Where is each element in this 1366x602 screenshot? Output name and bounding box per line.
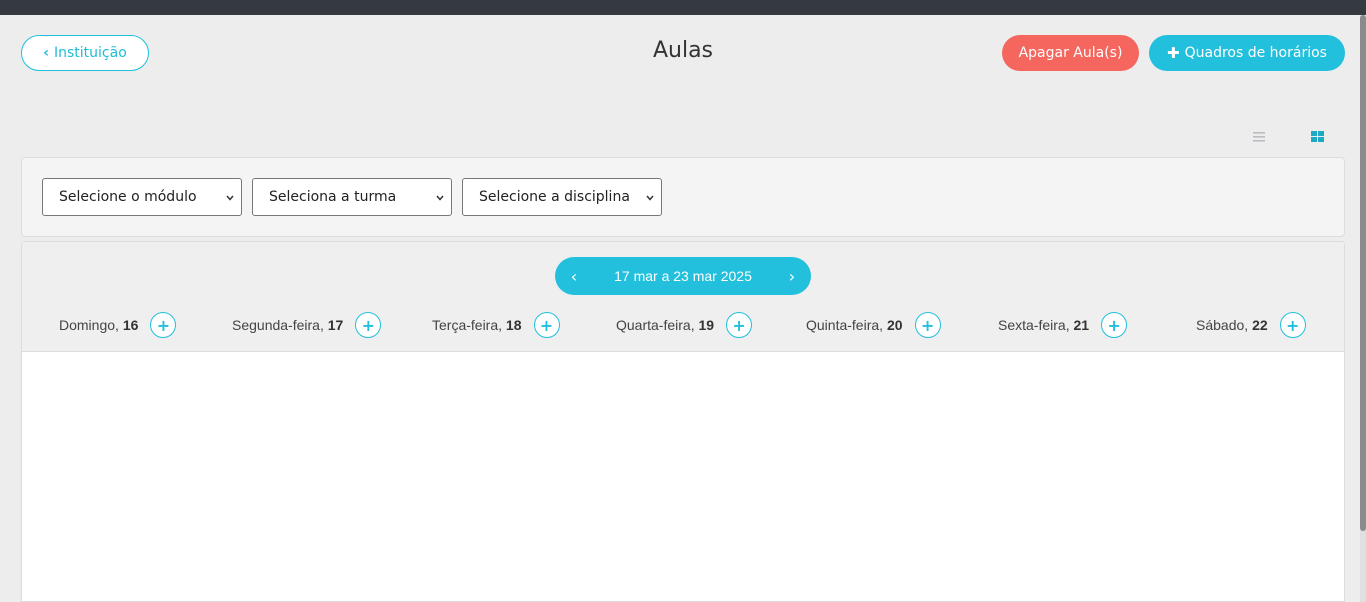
module-select-value: Selecione o módulo (59, 189, 197, 205)
list-view-toggle[interactable] (1251, 130, 1267, 144)
chevron-down-icon (436, 195, 444, 201)
previous-week-button[interactable]: ‹ (555, 257, 593, 295)
add-lesson-button[interactable]: + (533, 312, 560, 338)
delete-lessons-button[interactable]: Apagar Aula(s) (1002, 35, 1139, 71)
add-lesson-button[interactable]: + (150, 312, 177, 338)
add-lesson-button[interactable]: + (1101, 312, 1128, 338)
chevron-left-icon: ‹ (570, 266, 578, 286)
chevron-right-icon: › (788, 266, 796, 286)
plus-icon: + (1107, 315, 1121, 335)
day-name: Sábado, 22 (1196, 317, 1268, 333)
schedules-button-label: Quadros de horários (1184, 45, 1327, 61)
day-column-header-thursday: Quinta-feira, 20 + (806, 312, 941, 338)
day-column-header-saturday: Sábado, 22 + (1196, 312, 1306, 338)
add-lesson-button[interactable]: + (726, 312, 753, 338)
chevron-left-icon: ‹ (43, 45, 49, 61)
add-lesson-button[interactable]: + (914, 312, 941, 338)
subject-select-value: Selecione a disciplina (479, 189, 630, 205)
plus-icon: + (361, 315, 376, 335)
plus-icon: + (920, 315, 935, 335)
plus-icon: + (156, 315, 171, 335)
chevron-down-icon (226, 195, 234, 201)
day-name: Quarta-feira, 19 (616, 317, 715, 333)
back-button-label: Instituição (54, 45, 127, 61)
week-range-label: 17 mar a 23 mar 2025 (614, 268, 752, 284)
grid-view-toggle[interactable] (1310, 130, 1326, 144)
day-column-header-wednesday: Quarta-feira, 19 + (616, 312, 753, 338)
back-to-institution-button[interactable]: ‹ Instituição (21, 35, 149, 71)
top-bar (0, 0, 1366, 15)
grid-icon (1311, 131, 1324, 142)
next-week-button[interactable]: › (773, 257, 811, 295)
module-select[interactable]: Selecione o módulo (42, 178, 242, 216)
plus-icon: + (539, 315, 554, 335)
scrollbar-thumb[interactable] (1360, 15, 1366, 531)
page-title: Aulas (652, 38, 714, 63)
schedules-button[interactable]: ✚ Quadros de horários (1149, 35, 1345, 71)
class-select-value: Seleciona a turma (269, 189, 397, 205)
week-calendar: ‹ 17 mar a 23 mar 2025 › Domingo, 16 + S… (21, 241, 1345, 602)
add-lesson-button[interactable]: + (1279, 312, 1306, 338)
day-name: Domingo, 16 (59, 317, 139, 333)
subject-select[interactable]: Selecione a disciplina (462, 178, 662, 216)
list-icon (1253, 132, 1265, 142)
week-navigator: ‹ 17 mar a 23 mar 2025 › (555, 257, 811, 295)
day-name: Sexta-feira, 21 (998, 317, 1090, 333)
day-column-header-monday: Segunda-feira, 17 + (232, 312, 382, 338)
filter-panel: Selecione o módulo Seleciona a turma Sel… (21, 157, 1345, 237)
add-lesson-button[interactable]: + (355, 312, 382, 338)
day-column-header-tuesday: Terça-feira, 18 + (432, 312, 560, 338)
delete-button-label: Apagar Aula(s) (1018, 45, 1123, 61)
day-column-header-sunday: Domingo, 16 + (59, 312, 177, 338)
plus-icon: + (732, 315, 746, 335)
day-name: Terça-feira, 18 (432, 317, 522, 333)
day-column-header-friday: Sexta-feira, 21 + (998, 312, 1128, 338)
calendar-header: ‹ 17 mar a 23 mar 2025 › Domingo, 16 + S… (22, 242, 1344, 352)
page-scrollbar[interactable] (1360, 15, 1366, 602)
class-select[interactable]: Seleciona a turma (252, 178, 452, 216)
day-name: Segunda-feira, 17 (232, 317, 344, 333)
day-name: Quinta-feira, 20 (806, 317, 903, 333)
plus-icon: + (1285, 315, 1300, 335)
chevron-down-icon (646, 195, 654, 201)
plus-icon: ✚ (1167, 44, 1180, 62)
